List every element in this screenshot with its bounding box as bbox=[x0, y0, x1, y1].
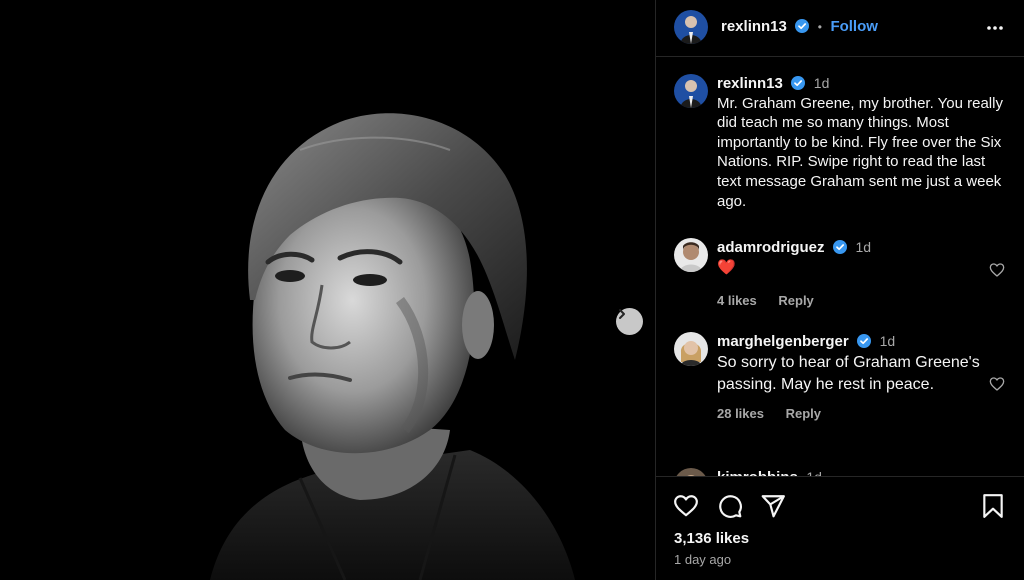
post-timestamp[interactable]: 1 day ago bbox=[674, 552, 731, 567]
like-button[interactable] bbox=[673, 493, 699, 524]
commenter-username[interactable]: kimrobbins bbox=[717, 469, 798, 476]
comment-reply-button[interactable]: Reply bbox=[778, 293, 813, 308]
commenter-avatar[interactable] bbox=[674, 332, 708, 366]
comment-icon bbox=[719, 495, 742, 518]
bookmark-icon bbox=[983, 494, 1003, 518]
verified-badge-icon bbox=[795, 19, 810, 33]
avatar-image bbox=[674, 238, 708, 272]
comment-item: marghelgenberger 1d So sorry to hear of … bbox=[656, 332, 1024, 452]
more-options-button[interactable] bbox=[985, 18, 1005, 43]
post-like-count[interactable]: 3,136 likes bbox=[674, 530, 749, 547]
author-username[interactable]: rexlinn13 bbox=[721, 18, 787, 35]
post-side-panel: rexlinn13 • Follow rexlinn13 1d Mr. Grah… bbox=[655, 0, 1024, 580]
share-icon bbox=[761, 495, 785, 518]
heart-icon bbox=[989, 377, 1005, 391]
comments-list: rexlinn13 1d Mr. Graham Greene, my broth… bbox=[656, 58, 1024, 476]
comment-like-count[interactable]: 4 likes bbox=[717, 293, 757, 308]
commenter-avatar[interactable] bbox=[674, 238, 708, 272]
share-button[interactable] bbox=[760, 493, 786, 524]
more-options-icon bbox=[987, 26, 1003, 30]
author-avatar[interactable] bbox=[674, 10, 708, 44]
avatar-image bbox=[674, 468, 708, 476]
caption-age: 1d bbox=[813, 75, 830, 91]
commenter-username[interactable]: marghelgenberger bbox=[717, 333, 849, 350]
comment-text: ❤️ bbox=[717, 258, 736, 276]
next-slide-button[interactable] bbox=[616, 308, 643, 335]
comment-age: 1d bbox=[879, 333, 896, 349]
caption-text: Mr. Graham Greene, my brother. You reall… bbox=[717, 94, 1003, 210]
avatar-image bbox=[674, 332, 708, 366]
follow-button[interactable]: Follow bbox=[830, 18, 878, 35]
caption-author-avatar[interactable] bbox=[674, 74, 708, 108]
comment-like-button[interactable] bbox=[989, 262, 1005, 283]
heart-icon bbox=[674, 495, 698, 517]
chevron-right-icon bbox=[619, 309, 625, 319]
comment-button[interactable] bbox=[717, 493, 743, 524]
verified-badge-icon bbox=[791, 76, 806, 90]
post-media bbox=[0, 0, 655, 580]
comment-text: So sorry to hear of Graham Greene's pass… bbox=[717, 353, 980, 393]
save-button[interactable] bbox=[981, 493, 1005, 524]
comment-age: 1d bbox=[855, 239, 872, 255]
comment-age: 1d bbox=[806, 469, 822, 476]
comment-like-count[interactable]: 28 likes bbox=[717, 406, 764, 421]
comment-item: adamrodriguez 1d ❤️ 4 likes Reply bbox=[656, 238, 1024, 308]
avatar-image bbox=[674, 10, 708, 44]
comment-like-button[interactable] bbox=[989, 376, 1005, 397]
separator-dot: • bbox=[817, 20, 822, 34]
caption-author-username[interactable]: rexlinn13 bbox=[717, 75, 783, 92]
verified-badge-icon bbox=[857, 334, 872, 348]
comment-reply-button[interactable]: Reply bbox=[786, 406, 821, 421]
verified-badge-icon bbox=[832, 240, 847, 254]
post-header: rexlinn13 • Follow bbox=[656, 0, 1024, 57]
comment-item: kimrobbins 1d bbox=[656, 468, 1024, 476]
avatar-image bbox=[674, 74, 708, 108]
heart-icon bbox=[989, 263, 1005, 277]
commenter-avatar[interactable] bbox=[674, 468, 708, 476]
commenter-username[interactable]: adamrodriguez bbox=[717, 239, 825, 256]
portrait-photo bbox=[0, 0, 655, 580]
post-actions: 3,136 likes 1 day ago bbox=[656, 476, 1024, 580]
